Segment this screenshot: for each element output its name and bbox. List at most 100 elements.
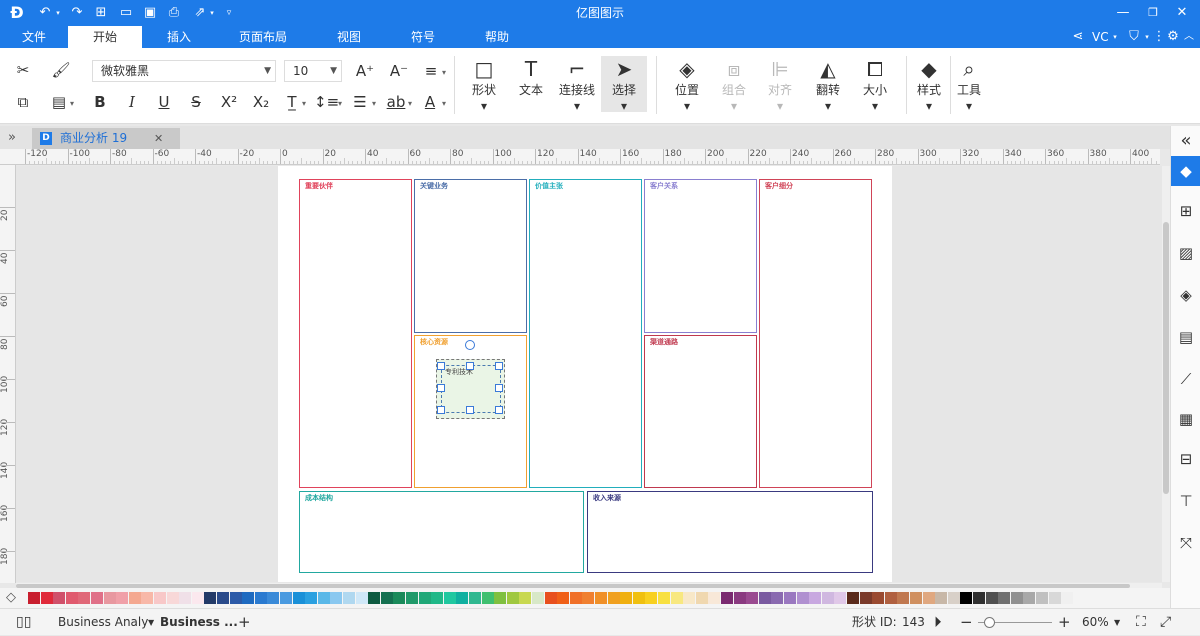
color-swatch[interactable] bbox=[406, 592, 418, 604]
group-button[interactable]: ⧈ 组合 ▾ bbox=[712, 56, 756, 114]
color-swatch[interactable] bbox=[532, 592, 544, 604]
skin-shirt-icon[interactable]: ⛉ bbox=[1124, 26, 1144, 48]
color-swatch[interactable] bbox=[507, 592, 519, 604]
text-highlight-dropdown-icon[interactable]: ▾ bbox=[440, 94, 448, 114]
color-swatch[interactable] bbox=[519, 592, 531, 604]
vertical-scrollbar[interactable] bbox=[1162, 166, 1170, 582]
table-icon[interactable]: ▦ bbox=[1171, 404, 1200, 434]
color-swatch[interactable] bbox=[1036, 592, 1048, 604]
color-swatch[interactable] bbox=[897, 592, 909, 604]
color-swatch[interactable] bbox=[444, 592, 456, 604]
close-icon[interactable]: ✕ bbox=[1170, 0, 1194, 26]
zoom-out-icon[interactable]: − bbox=[960, 609, 973, 636]
color-swatch[interactable] bbox=[204, 592, 216, 604]
menu-help[interactable]: 帮助 bbox=[460, 26, 534, 48]
paste-icon[interactable]: ▤ bbox=[48, 92, 70, 112]
paragraph-align-dropdown-icon[interactable]: ▾ bbox=[440, 63, 448, 83]
resize-handle-right[interactable] bbox=[495, 384, 503, 392]
color-swatch[interactable] bbox=[822, 592, 834, 604]
color-swatch[interactable] bbox=[431, 592, 443, 604]
play-presentation-icon[interactable]: ⏵ bbox=[934, 609, 942, 636]
color-swatch[interactable] bbox=[721, 592, 733, 604]
box-channels[interactable]: 渠道通路 bbox=[644, 335, 757, 488]
more-icon[interactable]: ⋮ bbox=[1152, 26, 1166, 48]
color-swatch[interactable] bbox=[116, 592, 128, 604]
color-swatch[interactable] bbox=[797, 592, 809, 604]
copy-icon[interactable]: ⧉ bbox=[12, 92, 34, 112]
page-tab-1[interactable]: Business Analysi bbox=[58, 609, 148, 636]
color-swatch[interactable] bbox=[368, 592, 380, 604]
undo-icon[interactable]: ↶ bbox=[36, 0, 54, 26]
color-swatch[interactable] bbox=[104, 592, 116, 604]
color-swatch[interactable] bbox=[179, 592, 191, 604]
resize-handle-bottom-right[interactable] bbox=[495, 406, 503, 414]
color-swatch[interactable] bbox=[1049, 592, 1061, 604]
tools-button[interactable]: ⌕ 工具 ▾ bbox=[947, 56, 991, 114]
color-swatch[interactable] bbox=[91, 592, 103, 604]
open-folder-icon[interactable]: ▭ bbox=[116, 0, 136, 26]
underline-icon[interactable]: U bbox=[154, 92, 174, 112]
color-swatch[interactable] bbox=[696, 592, 708, 604]
presentation-icon[interactable]: ⊤ bbox=[1171, 486, 1200, 516]
fill-bucket-icon[interactable]: ◇ bbox=[6, 590, 16, 606]
line-spacing-icon[interactable]: ↕≡ bbox=[314, 92, 336, 112]
box-customer-segments[interactable]: 客户细分 bbox=[759, 179, 872, 488]
color-swatch[interactable] bbox=[192, 592, 204, 604]
resize-handle-bottom-left[interactable] bbox=[437, 406, 445, 414]
bullet-list-icon[interactable]: ☰ bbox=[350, 92, 370, 112]
color-swatch[interactable] bbox=[557, 592, 569, 604]
color-swatch[interactable] bbox=[393, 592, 405, 604]
color-swatch[interactable] bbox=[1023, 592, 1035, 604]
color-swatch[interactable] bbox=[923, 592, 935, 604]
text-highlight-icon[interactable]: A bbox=[420, 92, 440, 112]
share-icon[interactable]: ⋖ bbox=[1068, 26, 1088, 48]
undo-dropdown-icon[interactable]: ▾ bbox=[54, 0, 62, 26]
color-swatch[interactable] bbox=[595, 592, 607, 604]
save-icon[interactable]: ▣ bbox=[140, 0, 160, 26]
color-swatch[interactable] bbox=[280, 592, 292, 604]
color-swatch[interactable] bbox=[343, 592, 355, 604]
hierarchy-icon[interactable]: ⊟ bbox=[1171, 444, 1200, 474]
color-swatch[interactable] bbox=[658, 592, 670, 604]
canvas-area[interactable]: 重要伙伴 关键业务 核心资源 价值主张 客户关系 渠道通路 客户细分 成本结构 … bbox=[16, 166, 1162, 582]
color-swatch[interactable] bbox=[356, 592, 368, 604]
color-swatch[interactable] bbox=[582, 592, 594, 604]
strikethrough-icon[interactable]: S bbox=[186, 92, 206, 112]
color-swatch[interactable] bbox=[847, 592, 859, 604]
color-swatch[interactable] bbox=[456, 592, 468, 604]
color-swatch[interactable] bbox=[620, 592, 632, 604]
color-swatch[interactable] bbox=[1011, 592, 1023, 604]
color-swatch[interactable] bbox=[305, 592, 317, 604]
new-file-icon[interactable]: ⊞ bbox=[92, 0, 110, 26]
color-swatch[interactable] bbox=[834, 592, 846, 604]
zoom-slider-thumb[interactable] bbox=[984, 617, 995, 628]
page-document-icon[interactable]: ▤ bbox=[1171, 322, 1200, 352]
color-swatch[interactable] bbox=[872, 592, 884, 604]
zoom-in-icon[interactable]: + bbox=[1058, 609, 1071, 636]
color-swatch[interactable] bbox=[293, 592, 305, 604]
color-swatch[interactable] bbox=[255, 592, 267, 604]
color-swatch[interactable] bbox=[645, 592, 657, 604]
text-format-icon[interactable]: T̲ bbox=[282, 92, 302, 112]
color-swatch[interactable] bbox=[66, 592, 78, 604]
export-dropdown-icon[interactable]: ▾ bbox=[208, 0, 216, 26]
color-swatch[interactable] bbox=[318, 592, 330, 604]
color-swatch[interactable] bbox=[78, 592, 90, 604]
color-swatch[interactable] bbox=[935, 592, 947, 604]
fit-page-icon[interactable]: ⛶ bbox=[1136, 609, 1146, 636]
box-key-activities[interactable]: 关键业务 bbox=[414, 179, 527, 333]
text-format-dropdown-icon[interactable]: ▾ bbox=[300, 94, 308, 114]
vertical-scroll-thumb[interactable] bbox=[1163, 222, 1169, 494]
format-painter-icon[interactable]: 🖌︎ bbox=[50, 60, 72, 80]
box-key-partners[interactable]: 重要伙伴 bbox=[299, 179, 412, 488]
color-swatch[interactable] bbox=[860, 592, 872, 604]
color-swatch[interactable] bbox=[998, 592, 1010, 604]
color-swatch[interactable] bbox=[633, 592, 645, 604]
cut-scissors-icon[interactable]: ✂ bbox=[12, 60, 34, 80]
menu-home[interactable]: 开始 bbox=[68, 26, 142, 48]
user-dropdown-icon[interactable]: ▾ bbox=[1110, 26, 1120, 48]
settings-gear-icon[interactable]: ⚙ bbox=[1166, 26, 1180, 48]
menu-view[interactable]: 视图 bbox=[312, 26, 386, 48]
color-swatch[interactable] bbox=[608, 592, 620, 604]
connector-button[interactable]: ⌐ 连接线 ▾ bbox=[555, 56, 599, 114]
